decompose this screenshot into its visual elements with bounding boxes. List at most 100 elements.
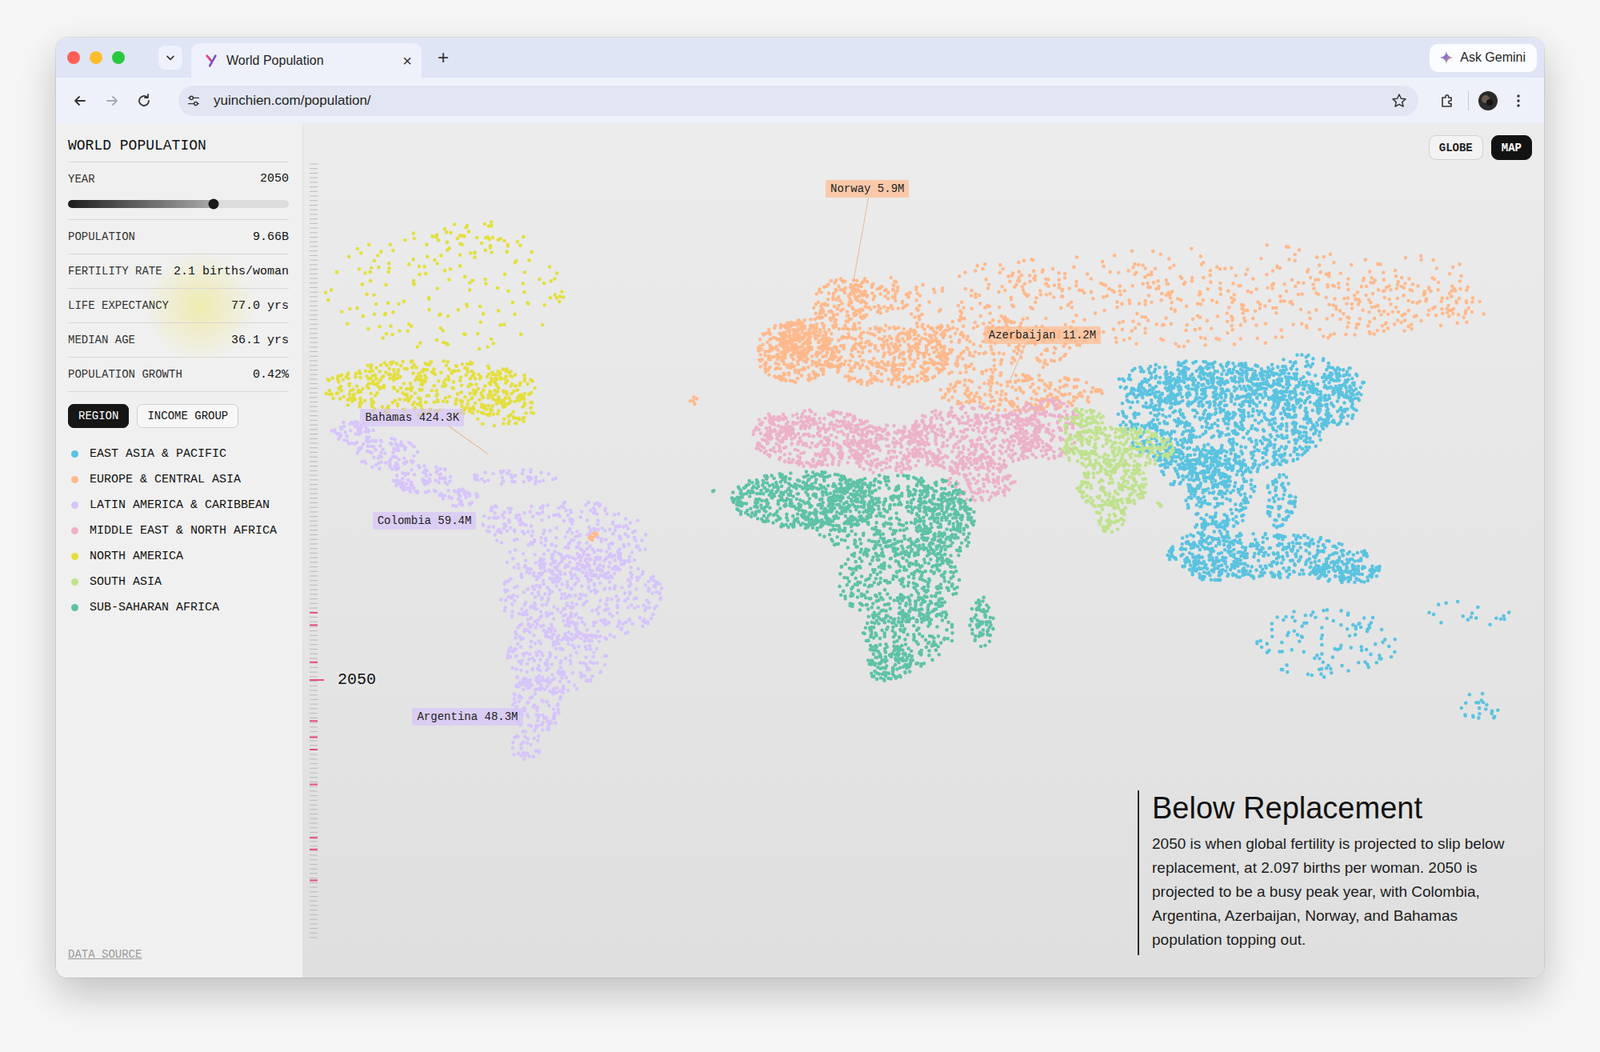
profile-button[interactable]	[1473, 86, 1503, 116]
group-tab[interactable]: REGION	[68, 404, 129, 428]
back-button[interactable]	[64, 86, 96, 116]
address-bar[interactable]: yuinchien.com/population/	[178, 85, 1419, 116]
year-slider-fill	[68, 200, 214, 208]
site-settings-icon[interactable]	[186, 93, 201, 108]
timeline-tick	[309, 855, 318, 856]
legend-label: MIDDLE EAST & NORTH AFRICA	[89, 524, 277, 538]
timeline-tick	[309, 919, 318, 920]
region-dots	[589, 244, 1484, 540]
timeline-tick	[309, 200, 318, 201]
region-dots	[1060, 408, 1173, 532]
legend-label: NORTH AMERICA	[89, 549, 184, 564]
tab-search-button[interactable]	[158, 45, 183, 70]
legend-dot	[71, 578, 79, 586]
legend-dot	[71, 552, 79, 560]
timeline-tick	[309, 456, 318, 458]
bookmark-star-icon[interactable]	[1391, 92, 1408, 109]
stat-value: 77.0 yrs	[231, 299, 289, 313]
new-tab-button[interactable]: +	[431, 45, 456, 70]
timeline-tick	[309, 172, 318, 174]
stat-label: MEDIAN AGE	[68, 333, 136, 347]
timeline-tick	[309, 653, 318, 655]
browser-window: World Population × + Ask Gemini yuinchie…	[56, 37, 1544, 978]
timeline-tick	[309, 342, 318, 344]
url-text: yuinchien.com/population/	[213, 92, 372, 109]
timeline-tick	[309, 768, 318, 769]
timeline-highlight	[309, 836, 318, 839]
minimize-window-button[interactable]	[89, 51, 103, 64]
year-slider-knob[interactable]	[208, 199, 220, 210]
sidebar-footer: DATA SOURCE	[68, 947, 289, 962]
timeline-tick	[309, 877, 318, 879]
timeline-tick	[309, 236, 318, 238]
timeline-tick	[309, 822, 318, 824]
timeline-tick	[309, 164, 318, 165]
year-timeline[interactable]: 2050	[309, 163, 382, 939]
timeline-tick	[309, 557, 318, 559]
legend-item[interactable]: SUB-SAHARAN AFRICA	[68, 594, 289, 620]
timeline-tick	[309, 420, 318, 421]
timeline-tick	[309, 608, 318, 609]
legend-item[interactable]: NORTH AMERICA	[68, 543, 289, 569]
legend-item[interactable]: MIDDLE EAST & NORTH AFRICA	[68, 517, 289, 544]
timeline-tick	[309, 282, 318, 284]
legend: EAST ASIA & PACIFIC EUROPE & CENTRAL ASI…	[68, 440, 289, 620]
timeline-tick	[309, 561, 318, 563]
profile-avatar-icon	[1477, 90, 1499, 112]
legend-label: SUB-SAHARAN AFRICA	[89, 600, 220, 615]
timeline-tick	[309, 584, 318, 586]
timeline-tick	[309, 268, 318, 270]
timeline-tick	[309, 580, 318, 581]
timeline-tick	[309, 218, 318, 220]
reload-button[interactable]	[128, 86, 160, 116]
timeline-tick	[309, 337, 318, 339]
timeline-highlight	[309, 784, 318, 786]
timeline-tick	[309, 937, 318, 939]
ask-gemini-button[interactable]: Ask Gemini	[1429, 44, 1537, 72]
timeline-tick	[309, 438, 318, 440]
legend-item[interactable]: EUROPE & CENTRAL ASIA	[68, 466, 289, 492]
timeline-tick	[309, 758, 318, 760]
data-source-link[interactable]: DATA SOURCE	[68, 948, 142, 961]
year-header: YEAR 2050	[68, 172, 289, 186]
toolbar-divider	[1468, 91, 1469, 111]
timeline-tick	[309, 552, 318, 554]
forward-button[interactable]	[96, 86, 128, 116]
timeline-tick	[309, 712, 318, 714]
tab-close-button[interactable]: ×	[402, 52, 412, 69]
timeline-tick	[309, 502, 318, 504]
timeline-tick	[309, 914, 318, 916]
timeline-tick	[309, 516, 318, 517]
browser-menu-button[interactable]	[1502, 86, 1535, 116]
legend-label: EAST ASIA & PACIFIC	[89, 447, 227, 461]
timeline-tick	[309, 232, 318, 233]
legend-item[interactable]: LATIN AMERICA & CARIBBEAN	[68, 492, 289, 518]
close-window-button[interactable]	[67, 51, 80, 64]
legend-item[interactable]: SOUTH ASIA	[68, 568, 289, 595]
year-control: YEAR 2050	[68, 162, 289, 220]
view-button[interactable]: GLOBE	[1428, 135, 1484, 160]
timeline-tick	[309, 900, 318, 902]
timeline-tick	[309, 250, 318, 252]
page-content: WORLD POPULATION YEAR 2050 POPULATION 9.…	[56, 123, 1544, 978]
browser-tab[interactable]: World Population ×	[191, 43, 422, 78]
view-button[interactable]: MAP	[1491, 135, 1532, 160]
sidebar: WORLD POPULATION YEAR 2050 POPULATION 9.…	[56, 123, 304, 978]
timeline-tick	[309, 204, 318, 206]
year-slider[interactable]	[68, 200, 289, 208]
year-value: 2050	[260, 172, 289, 186]
timeline-tick	[309, 736, 318, 737]
timeline-tick	[309, 744, 318, 746]
timeline-tick	[309, 923, 318, 924]
group-tab[interactable]: INCOME GROUP	[136, 404, 239, 428]
zoom-window-button[interactable]	[112, 51, 125, 64]
puzzle-piece-icon	[1439, 92, 1456, 109]
legend-item[interactable]: EAST ASIA & PACIFIC	[68, 440, 289, 467]
timeline-tick	[309, 447, 318, 448]
timeline-tick	[309, 300, 318, 302]
timeline-tick	[309, 181, 318, 183]
extensions-button[interactable]	[1431, 86, 1464, 116]
timeline-tick	[309, 672, 318, 673]
timeline-tick	[309, 896, 318, 897]
map-stage: Norway 5.9MAzerbaijan 11.2MBahamas 424.3…	[303, 123, 1544, 978]
